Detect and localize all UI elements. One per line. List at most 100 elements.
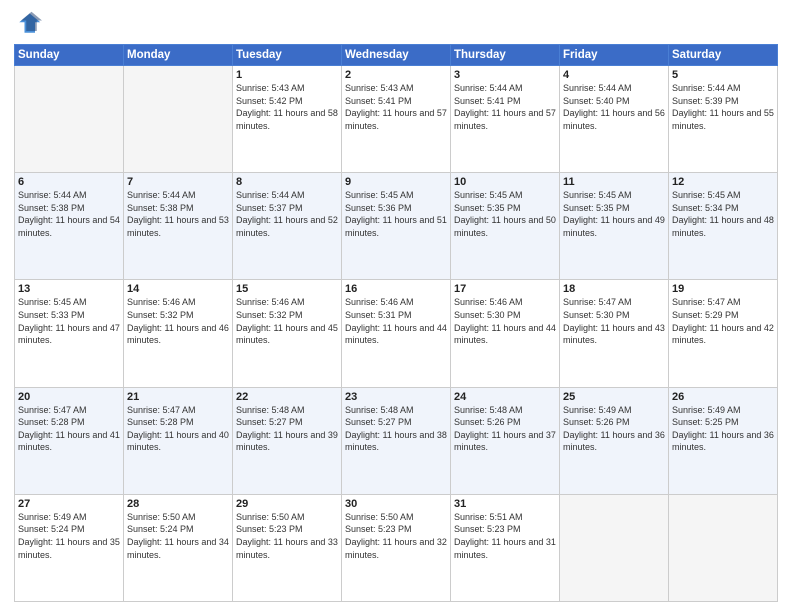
calendar-cell: 5Sunrise: 5:44 AMSunset: 5:39 PMDaylight… xyxy=(669,66,778,173)
calendar-cell: 3Sunrise: 5:44 AMSunset: 5:41 PMDaylight… xyxy=(451,66,560,173)
day-info: Sunrise: 5:46 AMSunset: 5:32 PMDaylight:… xyxy=(127,296,229,346)
day-info: Sunrise: 5:50 AMSunset: 5:23 PMDaylight:… xyxy=(345,511,447,561)
day-info: Sunrise: 5:49 AMSunset: 5:25 PMDaylight:… xyxy=(672,404,774,454)
day-info: Sunrise: 5:50 AMSunset: 5:24 PMDaylight:… xyxy=(127,511,229,561)
day-info: Sunrise: 5:49 AMSunset: 5:24 PMDaylight:… xyxy=(18,511,120,561)
day-number: 24 xyxy=(454,391,556,403)
day-info: Sunrise: 5:49 AMSunset: 5:26 PMDaylight:… xyxy=(563,404,665,454)
calendar-table: SundayMondayTuesdayWednesdayThursdayFrid… xyxy=(14,44,778,602)
day-info: Sunrise: 5:47 AMSunset: 5:29 PMDaylight:… xyxy=(672,296,774,346)
day-info: Sunrise: 5:44 AMSunset: 5:38 PMDaylight:… xyxy=(127,189,229,239)
day-number: 4 xyxy=(563,69,665,81)
week-row-4: 20Sunrise: 5:47 AMSunset: 5:28 PMDayligh… xyxy=(15,387,778,494)
day-number: 27 xyxy=(18,498,120,510)
day-number: 1 xyxy=(236,69,338,81)
calendar-cell: 17Sunrise: 5:46 AMSunset: 5:30 PMDayligh… xyxy=(451,280,560,387)
day-number: 23 xyxy=(345,391,447,403)
week-row-5: 27Sunrise: 5:49 AMSunset: 5:24 PMDayligh… xyxy=(15,494,778,601)
calendar-cell: 4Sunrise: 5:44 AMSunset: 5:40 PMDaylight… xyxy=(560,66,669,173)
calendar-cell: 8Sunrise: 5:44 AMSunset: 5:37 PMDaylight… xyxy=(233,173,342,280)
calendar-cell: 20Sunrise: 5:47 AMSunset: 5:28 PMDayligh… xyxy=(15,387,124,494)
day-info: Sunrise: 5:48 AMSunset: 5:26 PMDaylight:… xyxy=(454,404,556,454)
day-info: Sunrise: 5:45 AMSunset: 5:36 PMDaylight:… xyxy=(345,189,447,239)
day-info: Sunrise: 5:50 AMSunset: 5:23 PMDaylight:… xyxy=(236,511,338,561)
day-number: 19 xyxy=(672,283,774,295)
day-number: 3 xyxy=(454,69,556,81)
calendar-cell: 21Sunrise: 5:47 AMSunset: 5:28 PMDayligh… xyxy=(124,387,233,494)
calendar-cell: 14Sunrise: 5:46 AMSunset: 5:32 PMDayligh… xyxy=(124,280,233,387)
calendar-cell: 23Sunrise: 5:48 AMSunset: 5:27 PMDayligh… xyxy=(342,387,451,494)
day-number: 17 xyxy=(454,283,556,295)
day-info: Sunrise: 5:46 AMSunset: 5:31 PMDaylight:… xyxy=(345,296,447,346)
calendar-cell: 1Sunrise: 5:43 AMSunset: 5:42 PMDaylight… xyxy=(233,66,342,173)
calendar-cell: 28Sunrise: 5:50 AMSunset: 5:24 PMDayligh… xyxy=(124,494,233,601)
day-number: 25 xyxy=(563,391,665,403)
weekday-header-friday: Friday xyxy=(560,45,669,66)
day-info: Sunrise: 5:43 AMSunset: 5:42 PMDaylight:… xyxy=(236,82,338,132)
day-info: Sunrise: 5:48 AMSunset: 5:27 PMDaylight:… xyxy=(236,404,338,454)
day-number: 29 xyxy=(236,498,338,510)
weekday-header-monday: Monday xyxy=(124,45,233,66)
calendar-cell xyxy=(560,494,669,601)
header xyxy=(14,10,778,38)
weekday-header-row: SundayMondayTuesdayWednesdayThursdayFrid… xyxy=(15,45,778,66)
day-info: Sunrise: 5:44 AMSunset: 5:40 PMDaylight:… xyxy=(563,82,665,132)
day-number: 22 xyxy=(236,391,338,403)
calendar-cell: 2Sunrise: 5:43 AMSunset: 5:41 PMDaylight… xyxy=(342,66,451,173)
day-number: 21 xyxy=(127,391,229,403)
calendar-cell: 25Sunrise: 5:49 AMSunset: 5:26 PMDayligh… xyxy=(560,387,669,494)
day-number: 16 xyxy=(345,283,447,295)
day-number: 31 xyxy=(454,498,556,510)
day-info: Sunrise: 5:47 AMSunset: 5:30 PMDaylight:… xyxy=(563,296,665,346)
weekday-header-thursday: Thursday xyxy=(451,45,560,66)
day-info: Sunrise: 5:47 AMSunset: 5:28 PMDaylight:… xyxy=(127,404,229,454)
calendar-cell: 11Sunrise: 5:45 AMSunset: 5:35 PMDayligh… xyxy=(560,173,669,280)
day-number: 12 xyxy=(672,176,774,188)
day-number: 2 xyxy=(345,69,447,81)
page: SundayMondayTuesdayWednesdayThursdayFrid… xyxy=(0,0,792,612)
calendar-cell: 12Sunrise: 5:45 AMSunset: 5:34 PMDayligh… xyxy=(669,173,778,280)
day-number: 7 xyxy=(127,176,229,188)
weekday-header-tuesday: Tuesday xyxy=(233,45,342,66)
week-row-3: 13Sunrise: 5:45 AMSunset: 5:33 PMDayligh… xyxy=(15,280,778,387)
calendar-cell: 10Sunrise: 5:45 AMSunset: 5:35 PMDayligh… xyxy=(451,173,560,280)
day-number: 15 xyxy=(236,283,338,295)
day-info: Sunrise: 5:45 AMSunset: 5:35 PMDaylight:… xyxy=(563,189,665,239)
logo-icon xyxy=(14,10,42,38)
calendar-cell: 16Sunrise: 5:46 AMSunset: 5:31 PMDayligh… xyxy=(342,280,451,387)
day-number: 28 xyxy=(127,498,229,510)
day-info: Sunrise: 5:45 AMSunset: 5:35 PMDaylight:… xyxy=(454,189,556,239)
day-info: Sunrise: 5:48 AMSunset: 5:27 PMDaylight:… xyxy=(345,404,447,454)
week-row-2: 6Sunrise: 5:44 AMSunset: 5:38 PMDaylight… xyxy=(15,173,778,280)
day-number: 14 xyxy=(127,283,229,295)
day-number: 8 xyxy=(236,176,338,188)
week-row-1: 1Sunrise: 5:43 AMSunset: 5:42 PMDaylight… xyxy=(15,66,778,173)
calendar-cell: 27Sunrise: 5:49 AMSunset: 5:24 PMDayligh… xyxy=(15,494,124,601)
day-info: Sunrise: 5:51 AMSunset: 5:23 PMDaylight:… xyxy=(454,511,556,561)
calendar-cell: 18Sunrise: 5:47 AMSunset: 5:30 PMDayligh… xyxy=(560,280,669,387)
day-number: 6 xyxy=(18,176,120,188)
day-number: 5 xyxy=(672,69,774,81)
calendar-cell: 22Sunrise: 5:48 AMSunset: 5:27 PMDayligh… xyxy=(233,387,342,494)
logo xyxy=(14,10,46,38)
day-number: 30 xyxy=(345,498,447,510)
calendar-cell: 19Sunrise: 5:47 AMSunset: 5:29 PMDayligh… xyxy=(669,280,778,387)
calendar-cell: 7Sunrise: 5:44 AMSunset: 5:38 PMDaylight… xyxy=(124,173,233,280)
day-number: 9 xyxy=(345,176,447,188)
day-number: 11 xyxy=(563,176,665,188)
day-info: Sunrise: 5:44 AMSunset: 5:38 PMDaylight:… xyxy=(18,189,120,239)
calendar-cell xyxy=(124,66,233,173)
day-info: Sunrise: 5:45 AMSunset: 5:33 PMDaylight:… xyxy=(18,296,120,346)
calendar-cell: 9Sunrise: 5:45 AMSunset: 5:36 PMDaylight… xyxy=(342,173,451,280)
calendar-cell xyxy=(669,494,778,601)
day-info: Sunrise: 5:44 AMSunset: 5:37 PMDaylight:… xyxy=(236,189,338,239)
weekday-header-wednesday: Wednesday xyxy=(342,45,451,66)
day-number: 26 xyxy=(672,391,774,403)
calendar-cell: 31Sunrise: 5:51 AMSunset: 5:23 PMDayligh… xyxy=(451,494,560,601)
day-info: Sunrise: 5:46 AMSunset: 5:32 PMDaylight:… xyxy=(236,296,338,346)
day-info: Sunrise: 5:44 AMSunset: 5:41 PMDaylight:… xyxy=(454,82,556,132)
calendar-cell: 26Sunrise: 5:49 AMSunset: 5:25 PMDayligh… xyxy=(669,387,778,494)
calendar-cell: 13Sunrise: 5:45 AMSunset: 5:33 PMDayligh… xyxy=(15,280,124,387)
calendar-cell: 24Sunrise: 5:48 AMSunset: 5:26 PMDayligh… xyxy=(451,387,560,494)
weekday-header-saturday: Saturday xyxy=(669,45,778,66)
